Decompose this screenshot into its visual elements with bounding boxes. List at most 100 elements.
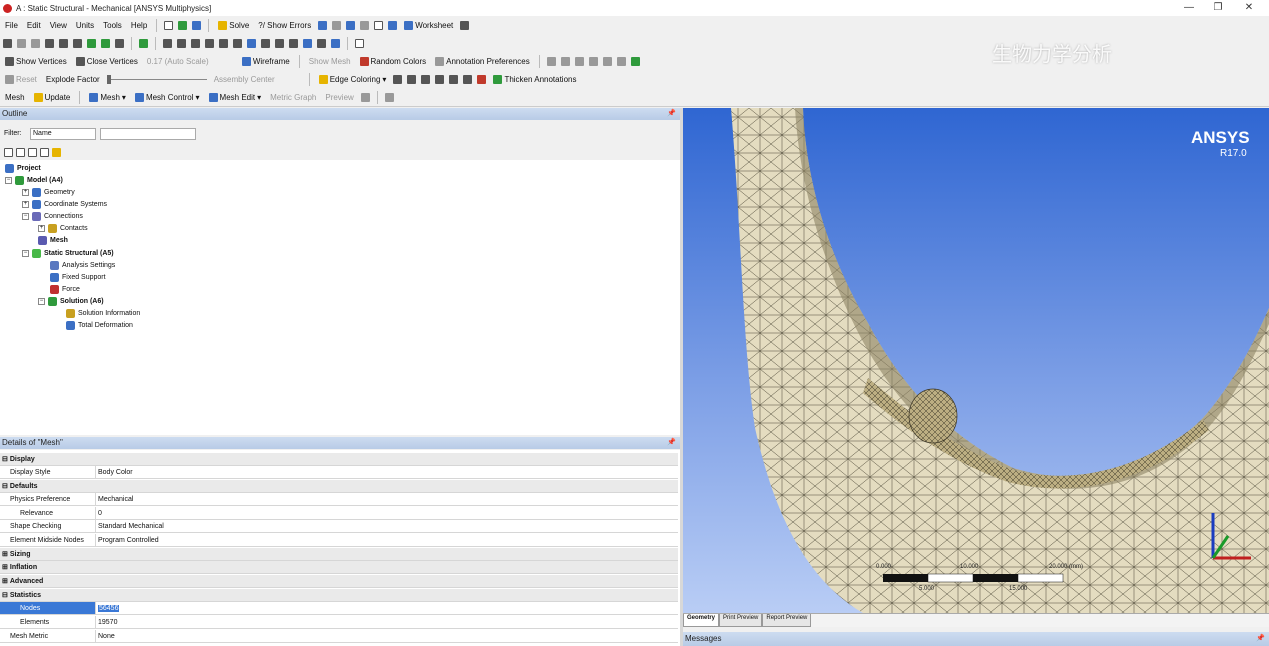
edge-coloring-button[interactable]: Edge Coloring ▾ (317, 73, 389, 87)
graph-icon[interactable] (318, 21, 328, 30)
random-colors-button[interactable]: Random Colors (358, 55, 429, 69)
pin-icon[interactable]: 📌 (667, 108, 676, 120)
menu-help[interactable]: Help (129, 19, 149, 33)
pin-icon[interactable]: 📌 (667, 437, 676, 449)
edge-style-icon[interactable] (421, 75, 431, 84)
prop-value[interactable]: 19570 (96, 616, 117, 628)
collapse-toggle[interactable]: ⊟ (0, 453, 8, 465)
probe-icon[interactable] (360, 21, 370, 30)
zoom-out-icon[interactable] (261, 39, 270, 48)
cursor-icon[interactable] (460, 21, 470, 30)
isometric-icon[interactable] (317, 39, 326, 48)
pan-icon[interactable] (177, 39, 186, 48)
face-select-icon[interactable] (45, 39, 54, 48)
tree-node-coordinate-systems[interactable]: + Coordinate Systems (22, 199, 107, 210)
menu-tools[interactable]: Tools (101, 19, 124, 33)
prop-display-style[interactable]: Display Style Body Color (0, 466, 678, 479)
show-errors-button[interactable]: ?/ Show Errors (256, 19, 313, 33)
menu-view[interactable]: View (48, 19, 69, 33)
graphics-viewport[interactable]: ANSYS R17.0 生物力学分析 0.000 10.000 20.000 (… (683, 108, 1269, 613)
update-button[interactable]: Update (32, 91, 73, 105)
worksheet-button[interactable]: Worksheet (402, 19, 455, 33)
show-vertices-button[interactable]: Show Vertices (3, 55, 69, 69)
menu-units[interactable]: Units (74, 19, 96, 33)
node-select-icon[interactable] (73, 39, 82, 48)
restore-button[interactable]: ❐ (1206, 1, 1230, 14)
wireframe-button[interactable]: Wireframe (240, 55, 292, 69)
tree-node-static-structural[interactable]: − Static Structural (A5) (22, 248, 114, 259)
explode-slider[interactable] (106, 75, 207, 84)
set-view-icon[interactable] (331, 39, 340, 48)
filter-dropdown[interactable]: Name (30, 128, 96, 140)
tree-node-solution-information[interactable]: Solution Information (66, 308, 140, 319)
group-inflation[interactable]: ⊞ Inflation (0, 561, 678, 574)
slider-thumb[interactable] (106, 75, 111, 84)
magnifier-icon[interactable] (233, 39, 242, 48)
edge-style-icon[interactable] (477, 75, 487, 84)
axis-icon[interactable] (275, 39, 284, 48)
expand-toggle[interactable]: + (22, 189, 29, 196)
new-analysis-icon[interactable] (164, 21, 174, 30)
collapse-toggle[interactable]: − (22, 250, 29, 257)
selection-filter-icon[interactable] (139, 39, 148, 48)
edge-style-icon[interactable] (435, 75, 445, 84)
prop-value[interactable]: None (96, 630, 115, 642)
expand-toggle[interactable]: ⊞ (0, 561, 8, 573)
edge-style-icon[interactable] (407, 75, 417, 84)
box-zoom-icon[interactable] (205, 39, 214, 48)
tree-node-connections[interactable]: − Connections (22, 211, 83, 222)
zoom-in-icon[interactable] (247, 39, 256, 48)
prop-element-midside-nodes[interactable]: Element Midside Nodes Program Controlled (0, 534, 678, 547)
tree-node-geometry[interactable]: + Geometry (22, 187, 75, 198)
check-icon[interactable] (178, 21, 188, 30)
tree-node-solution[interactable]: − Solution (A6) (38, 296, 104, 307)
prop-value[interactable]: 0 (96, 507, 102, 519)
prop-nodes[interactable]: Nodes 56456 (0, 602, 678, 615)
pin-icon[interactable]: 📌 (1256, 632, 1265, 646)
group-sizing[interactable]: ⊞ Sizing (0, 548, 678, 561)
expand-toggle[interactable]: ⊞ (0, 575, 8, 587)
collapse-toggle[interactable]: − (22, 213, 29, 220)
collapse-all-icon[interactable] (16, 148, 25, 157)
group-statistics[interactable]: ⊟ Statistics (0, 589, 678, 602)
display-icon[interactable] (360, 93, 370, 102)
tab-geometry[interactable]: Geometry (683, 614, 720, 627)
prop-value[interactable]: Program Controlled (96, 534, 159, 546)
chart-icon[interactable] (388, 21, 398, 30)
label-style-icon[interactable] (574, 57, 584, 66)
edge-style-icon[interactable] (449, 75, 459, 84)
collapse-icon[interactable] (40, 148, 49, 157)
label-style-icon[interactable] (616, 57, 626, 66)
label-icon[interactable] (374, 21, 384, 30)
close-vertices-button[interactable]: Close Vertices (74, 55, 140, 69)
filter-search-input[interactable] (100, 128, 196, 140)
menu-edit[interactable]: Edit (25, 19, 43, 33)
group-defaults[interactable]: ⊟ Defaults (0, 480, 678, 493)
solve-button[interactable]: Solve (216, 19, 251, 33)
next-view-icon[interactable] (303, 39, 312, 48)
settings-icon[interactable] (384, 93, 394, 102)
collapse-toggle[interactable]: ⊟ (0, 480, 8, 492)
zoom-to-fit-icon[interactable] (219, 39, 228, 48)
expand-toggle[interactable]: + (22, 201, 29, 208)
edge-style-icon[interactable] (463, 75, 473, 84)
prop-value[interactable]: Body Color (96, 466, 133, 478)
minimize-button[interactable]: — (1177, 1, 1201, 14)
body-select-icon[interactable] (59, 39, 68, 48)
tree-icon[interactable] (630, 57, 640, 66)
collapse-toggle[interactable]: − (38, 298, 45, 305)
select-mode-icon[interactable] (3, 39, 12, 48)
tab-report-preview[interactable]: Report Preview (762, 614, 812, 627)
auto-scale-field[interactable]: 0.17 (Auto Scale) (145, 55, 235, 69)
assembly-center-dropdown[interactable]: Assembly Center (212, 73, 302, 87)
mesh-edit-button[interactable]: Mesh Edit ▾ (207, 91, 264, 105)
thicken-annotations-button[interactable]: Thicken Annotations (491, 73, 578, 87)
group-advanced[interactable]: ⊞ Advanced (0, 575, 678, 588)
tree-node-total-deformation[interactable]: Total Deformation (66, 320, 133, 331)
prop-mesh-metric[interactable]: Mesh Metric None (0, 630, 678, 643)
menu-file[interactable]: File (3, 19, 20, 33)
expand-icon[interactable] (28, 148, 37, 157)
label-style-icon[interactable] (546, 57, 556, 66)
label-style-icon[interactable] (588, 57, 598, 66)
element-select-icon[interactable] (101, 39, 110, 48)
